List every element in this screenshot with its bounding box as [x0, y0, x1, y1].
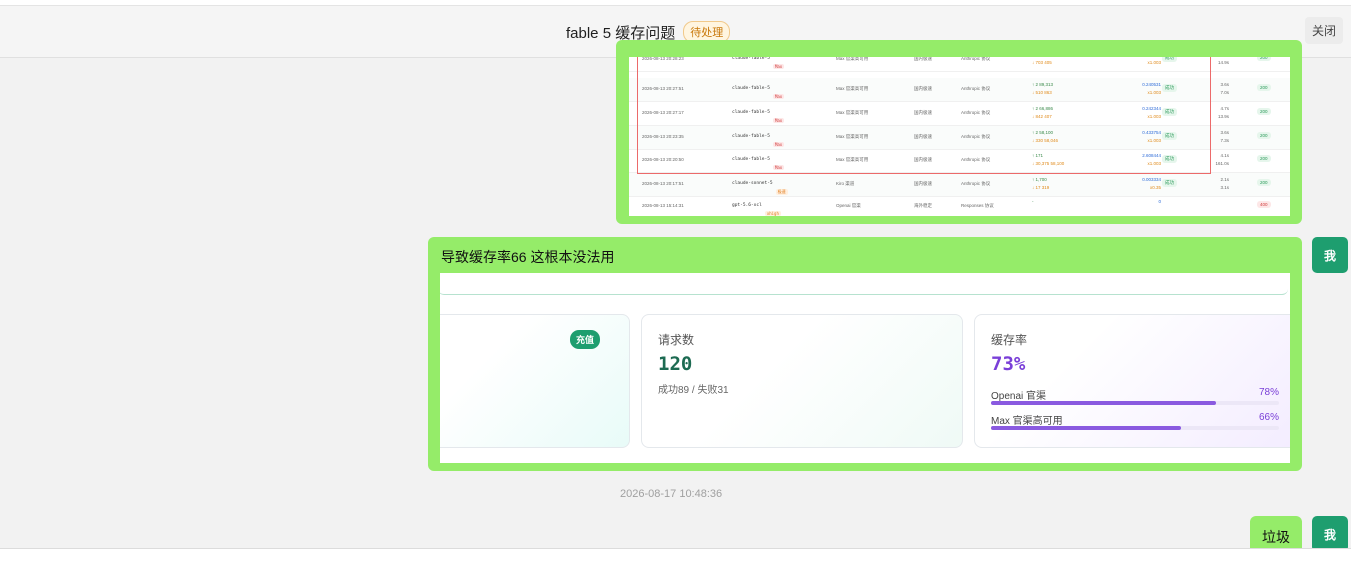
requests-value: 120	[658, 353, 693, 375]
user-avatar[interactable]: 我	[1312, 237, 1348, 273]
search-bar	[440, 273, 1288, 295]
log-model: claude-sonnet-5 极速	[732, 181, 788, 195]
cost-multiplier: x0.35	[1149, 185, 1161, 190]
tokens-out: ↓ 17 319	[1032, 185, 1050, 190]
log-tokens: ↑ 1,700 ↓ 17 319	[1032, 176, 1049, 192]
input-area[interactable]	[0, 548, 1351, 563]
log-latency: 3.2s14.9s	[1211, 57, 1229, 67]
log-http-code: 200	[1257, 155, 1271, 162]
log-cost: 0	[1126, 198, 1161, 206]
log-table-screenshot[interactable]: 2026-08-13 20:28:23 claude-fable-5 Max Max …	[629, 57, 1290, 216]
log-latency: 3.6s 7.3s	[1211, 129, 1229, 145]
log-latency: 3.6s 7.0s	[1211, 81, 1229, 97]
message-text-3: 垃圾	[1262, 529, 1290, 545]
requests-sub: 成功89 / 失败31	[658, 385, 729, 396]
requests-label: 请求数	[658, 333, 695, 347]
latency-first: 3.6s	[1220, 82, 1229, 87]
bar-name: Max 官渠高可用	[991, 416, 1063, 427]
log-channel: Kiro 渠道	[836, 181, 855, 186]
bar-track	[991, 401, 1279, 405]
tokens-in: -	[1032, 199, 1034, 204]
log-channel: Openai 官渠	[836, 203, 861, 208]
recharge-button: 充值	[570, 330, 601, 349]
log-latency: 2.1s 3.1s	[1211, 176, 1229, 192]
log-row: 2026-08-13 20:17:51 claude-sonnet-5 极速 Kiro…	[629, 173, 1290, 197]
highlight-frame	[637, 57, 1211, 174]
user-avatar[interactable]: 我	[1312, 516, 1348, 552]
log-latency: 4.1s 161.0s	[1211, 152, 1229, 168]
log-time: 2026-08-13 15:14:31	[642, 203, 684, 208]
cache-value: 73%	[991, 353, 1026, 375]
log-tokens: -	[1032, 198, 1034, 206]
bar-fill	[991, 401, 1216, 405]
log-http-code: 400	[1257, 201, 1271, 208]
log-http-code: 200	[1257, 108, 1271, 115]
log-model: gpt-5.6-xcl xhigh	[732, 203, 781, 216]
balance-card: 充值	[440, 314, 630, 448]
log-http-code: 200	[1257, 179, 1271, 186]
log-region: 国内极速	[914, 181, 932, 186]
latency-total: 13.9s	[1217, 114, 1229, 119]
log-http-code: 200	[1257, 57, 1271, 61]
bar-name: Openai 官渠	[991, 391, 1047, 402]
log-protocol: Anthropic 协议	[961, 181, 991, 186]
cache-label: 缓存率	[991, 333, 1028, 347]
log-row: 2026-08-13 15:14:31 gpt-5.6-xcl xhigh Opena…	[629, 195, 1290, 216]
message-text-2: 导致缓存率66 这根本没法用	[441, 249, 615, 265]
cost-value: 0.003334	[1142, 177, 1161, 182]
dashboard-screenshot[interactable]: 充值 请求数 120 成功89 / 失败31 缓存率 73% Openai 官渠…	[440, 273, 1290, 463]
bar-fill	[991, 426, 1182, 430]
latency-total: 14.9s	[1217, 60, 1229, 65]
latency-total: 161.0s	[1215, 161, 1229, 166]
log-time: 2026-08-13 20:17:51	[642, 181, 684, 186]
close-button[interactable]: 关闭	[1304, 17, 1343, 44]
log-cost: 0.003334 x0.35	[1126, 176, 1161, 192]
log-http-code: 200	[1257, 84, 1271, 91]
log-status: 成功	[1162, 179, 1177, 187]
bar-track	[991, 426, 1279, 430]
latency-total: 3.1s	[1220, 185, 1229, 190]
latency-total: 7.3s	[1220, 138, 1229, 143]
cost-value: 0	[1158, 199, 1161, 204]
tokens-in: ↑ 1,700	[1032, 177, 1047, 182]
log-http-code: 200	[1257, 132, 1271, 139]
bar-value: 78%	[1258, 387, 1279, 398]
latency-first: 2.1s	[1220, 177, 1229, 182]
log-protocol: Responses 协议	[961, 203, 994, 208]
log-latency: 4.7s 13.9s	[1211, 105, 1229, 121]
model-tag: xhigh	[764, 211, 781, 216]
log-region: 海外稳定	[914, 203, 932, 208]
latency-first: 4.1s	[1220, 153, 1229, 158]
requests-card: 请求数 120 成功89 / 失败31	[641, 314, 963, 448]
latency-first: 3.6s	[1220, 130, 1229, 135]
latency-total: 7.0s	[1220, 90, 1229, 95]
bar-value: 66%	[1258, 412, 1279, 423]
cache-rate-card: 缓存率 73% Openai 官渠 78% Max 官渠高可用 66%	[974, 314, 1290, 448]
latency-first: 4.7s	[1220, 106, 1229, 111]
message-timestamp: 2026-08-17 10:48:36	[620, 488, 723, 500]
